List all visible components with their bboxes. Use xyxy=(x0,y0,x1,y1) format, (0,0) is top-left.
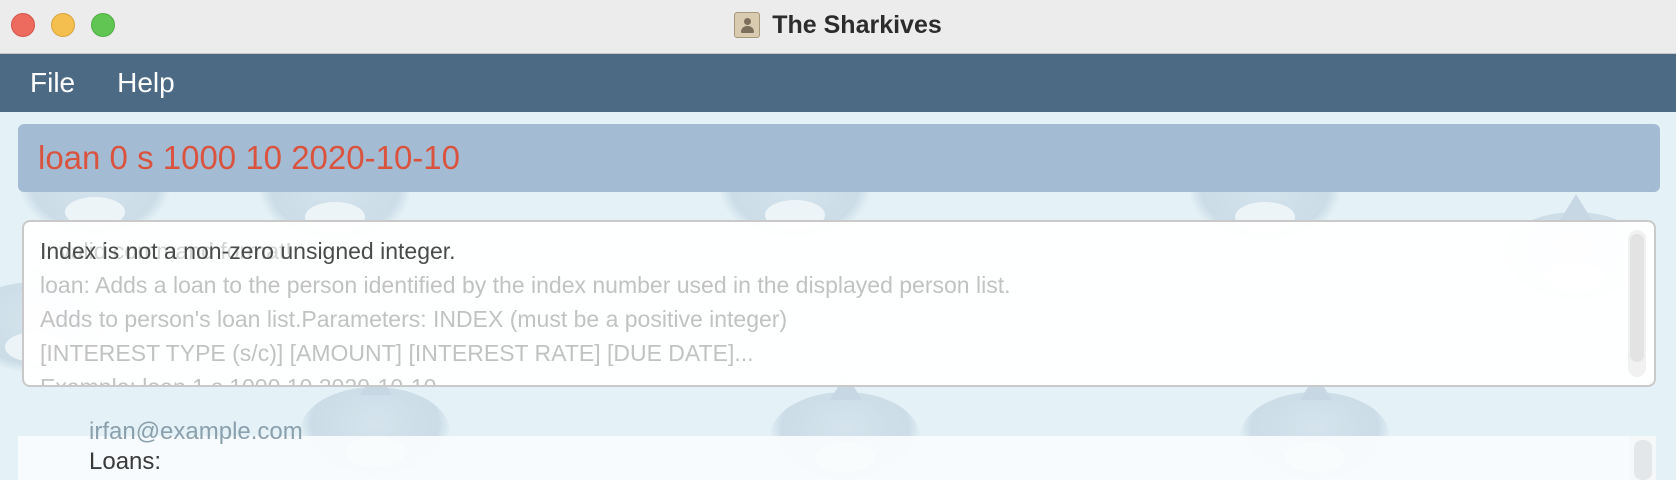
menu-help[interactable]: Help xyxy=(117,67,175,99)
person-list-scrollbar[interactable] xyxy=(1630,436,1656,480)
command-input[interactable]: loan 0 s 1000 10 2020-10-10 xyxy=(18,124,1660,192)
result-example-line: Example: loan 1 s 1000 10 2020-10-10 xyxy=(40,374,437,387)
person-email: irfan@example.com xyxy=(89,418,303,445)
result-scrollbar[interactable] xyxy=(1628,230,1646,377)
result-error-line: Index is not a non-zero unsigned integer… xyxy=(40,238,456,264)
window-title-text: The Sharkives xyxy=(772,10,942,39)
result-lines: Index is not a non-zero unsigned integer… xyxy=(40,234,1614,387)
person-loans-label: Loans: xyxy=(89,448,162,475)
result-usage-line: loan: Adds a loan to the person identifi… xyxy=(40,272,1011,298)
person-list-panel[interactable]: irfan@example.com Loans: xyxy=(18,418,1630,480)
result-usage-line: [INTEREST TYPE (s/c)] [AMOUNT] [INTEREST… xyxy=(40,340,754,366)
menu-bar: File Help xyxy=(0,54,1676,112)
result-display[interactable]: Invalid command format! Index is not a n… xyxy=(22,220,1656,387)
result-usage-line: Adds to person's loan list.Parameters: I… xyxy=(40,306,788,332)
menu-file[interactable]: File xyxy=(30,67,75,99)
person-list-scroll-thumb[interactable] xyxy=(1634,440,1652,480)
window-title: The Sharkives xyxy=(0,0,1676,50)
address-book-icon xyxy=(734,12,761,38)
window-titlebar: The Sharkives xyxy=(0,0,1676,54)
command-input-text: loan 0 s 1000 10 2020-10-10 xyxy=(38,139,461,176)
result-scroll-thumb[interactable] xyxy=(1630,234,1644,362)
